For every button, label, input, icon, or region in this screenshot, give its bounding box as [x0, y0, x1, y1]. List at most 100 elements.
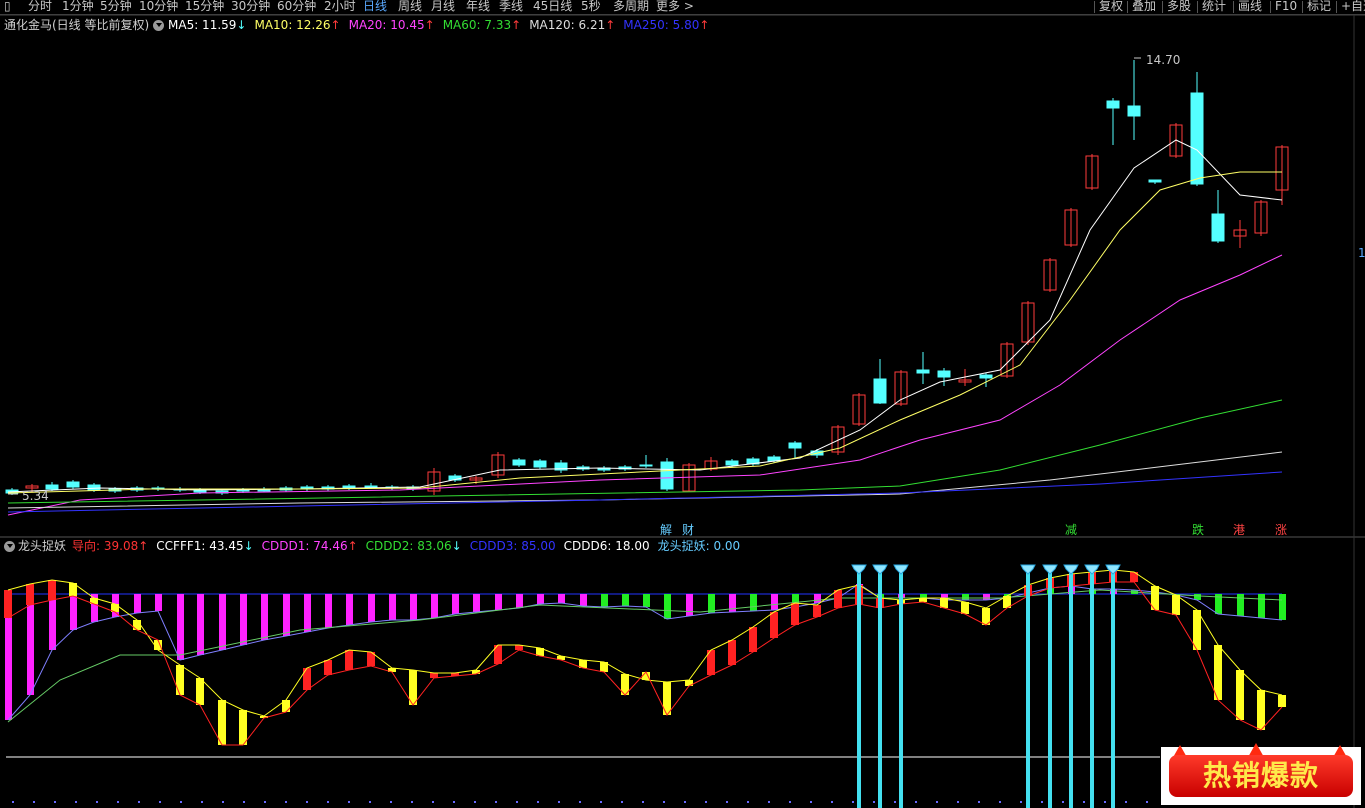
candle-body — [873, 378, 887, 404]
signal-bar — [1026, 573, 1030, 808]
direction-bar — [239, 710, 247, 745]
axis-dot — [579, 801, 581, 803]
cddd2-bar — [771, 594, 778, 610]
axis-dot — [978, 801, 980, 803]
direction-bar — [303, 668, 311, 690]
signal-bar — [1048, 573, 1052, 808]
direction-bar — [133, 620, 141, 630]
axis-dot — [159, 801, 161, 803]
kline-chart[interactable] — [0, 0, 1365, 808]
signal-label: 港 — [1233, 523, 1246, 537]
promo-badge: 热销爆款 — [1161, 743, 1361, 805]
diamond-icon — [1063, 564, 1079, 575]
signal-bar — [899, 573, 903, 808]
cddd1-bar — [346, 594, 353, 625]
axis-dot — [726, 801, 728, 803]
axis-dot — [1041, 801, 1043, 803]
signal-label: 解 — [660, 523, 673, 537]
axis-dot — [1146, 801, 1148, 803]
cddd2-bar — [1237, 594, 1244, 616]
cddd1-bar — [473, 594, 480, 612]
ma5-line — [7, 139, 1283, 493]
cddd2-bar — [920, 594, 927, 598]
direction-bar — [176, 665, 184, 695]
cddd1-bar — [283, 594, 290, 636]
axis-dot — [390, 801, 392, 803]
axis-dot — [642, 801, 644, 803]
candle-body — [1106, 100, 1120, 109]
axis-dot — [810, 801, 812, 803]
direction-bar — [834, 590, 842, 608]
cddd1-bar — [495, 594, 502, 610]
cddd2-bar — [750, 594, 757, 611]
candle-body — [660, 461, 674, 490]
axis-dot — [75, 801, 77, 803]
axis-dot — [705, 801, 707, 803]
diamond-icon — [1105, 564, 1121, 575]
cddd1-bar — [389, 594, 396, 620]
diamond-icon — [893, 564, 909, 575]
cddd1-bar — [558, 594, 565, 603]
axis-dot — [789, 801, 791, 803]
direction-bar — [791, 603, 799, 625]
axis-dot — [33, 801, 35, 803]
direction-bar — [1278, 695, 1286, 707]
cddd1-bar — [197, 594, 204, 655]
direction-bar — [1257, 690, 1265, 730]
cddd2-bar — [664, 594, 671, 619]
axis-dot — [117, 801, 119, 803]
axis-dot — [768, 801, 770, 803]
axis-dot — [894, 801, 896, 803]
candle-body — [512, 459, 526, 466]
direction-bar — [48, 580, 56, 600]
signal-label: 涨 — [1275, 523, 1288, 537]
direction-bar — [770, 612, 778, 638]
axis-dot — [852, 801, 854, 803]
cddd1-bar — [240, 594, 247, 645]
candle-body — [725, 460, 739, 466]
axis-dot — [306, 801, 308, 803]
axis-dot — [516, 801, 518, 803]
axis-dot — [747, 801, 749, 803]
direction-bar — [26, 584, 34, 605]
candle-body — [979, 374, 993, 379]
right-axis-label: 1 — [1358, 246, 1365, 260]
diamond-icon — [872, 564, 888, 575]
direction-bar — [345, 650, 353, 670]
axis-dot — [684, 801, 686, 803]
axis-dot — [999, 801, 1001, 803]
candle-body — [1127, 105, 1141, 117]
axis-dot — [453, 801, 455, 803]
direction-bar — [961, 602, 969, 614]
axis-dot — [600, 801, 602, 803]
direction-bar — [196, 678, 204, 705]
axis-dot — [432, 801, 434, 803]
candle-body — [937, 370, 951, 378]
cddd2-bar — [1258, 594, 1265, 618]
axis-dot — [936, 801, 938, 803]
diamond-icon — [1042, 564, 1058, 575]
axis-dot — [222, 801, 224, 803]
direction-bar — [728, 640, 736, 665]
cddd2-bar — [814, 594, 821, 603]
cddd2-bar — [643, 594, 650, 607]
axis-dot — [348, 801, 350, 803]
candle-body — [916, 369, 930, 374]
cddd1-bar — [304, 594, 311, 632]
candle-body — [66, 481, 80, 488]
direction-bar — [324, 660, 332, 675]
direction-bar — [1236, 670, 1244, 720]
cddd2-bar — [622, 594, 629, 606]
axis-dot — [180, 801, 182, 803]
direction-bar — [1172, 595, 1180, 615]
diamond-icon — [1020, 564, 1036, 575]
candle-body — [1148, 179, 1162, 183]
axis-dot — [873, 801, 875, 803]
cddd1-bar — [219, 594, 226, 650]
direction-bar — [813, 605, 821, 617]
candle-body — [1211, 213, 1225, 242]
cddd1-bar — [49, 594, 56, 650]
direction-bar — [1214, 645, 1222, 700]
promo-text: 热销爆款 — [1202, 759, 1319, 792]
cddd2-bar — [983, 594, 990, 600]
